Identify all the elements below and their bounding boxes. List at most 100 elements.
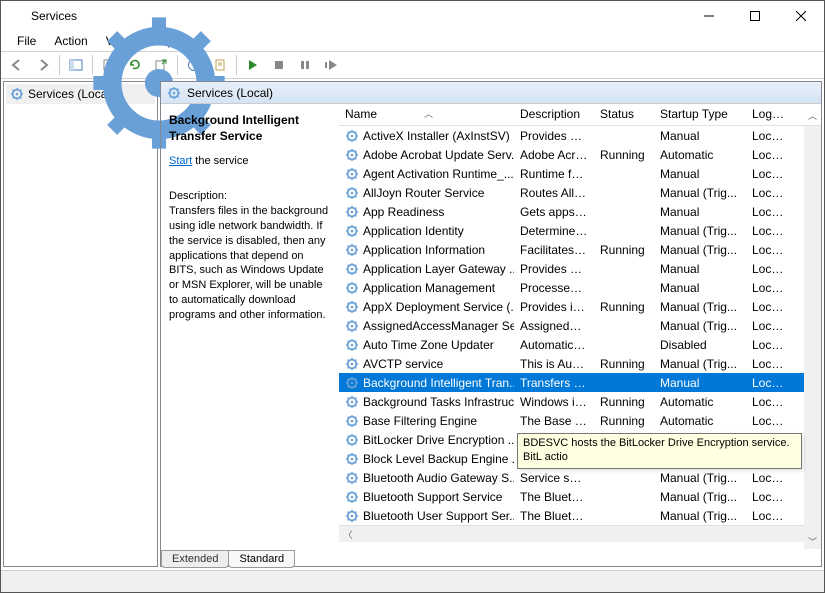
column-startup-type[interactable]: Startup Type [654,104,746,125]
service-name: Bluetooth Support Service [363,490,502,504]
service-name: Adobe Acrobat Update Serv... [363,148,514,162]
scroll-up-button[interactable]: ︿ [804,104,821,126]
status-bar [1,570,824,592]
service-description: Provides Us... [514,129,594,143]
service-name: AllJoyn Router Service [363,186,484,200]
service-name: Application Information [363,243,485,257]
service-row[interactable]: Background Tasks Infrastruc...Windows in… [339,392,821,411]
gear-icon [345,148,359,162]
gear-icon [345,471,359,485]
results-header: Services (Local) [161,82,821,104]
service-logon: Local Se [746,471,794,485]
service-row[interactable]: Application IdentityDetermines ...Manual… [339,221,821,240]
gear-icon [345,338,359,352]
maximize-button[interactable] [732,1,778,31]
gear-icon [345,243,359,257]
service-logon: Local Se [746,262,794,276]
column-description[interactable]: Description [514,104,594,125]
service-name: Application Layer Gateway ... [363,262,514,276]
gear-icon [345,490,359,504]
column-log-on-as[interactable]: Log On [746,104,794,125]
service-row[interactable]: Application ManagementProcesses in...Man… [339,278,821,297]
service-row[interactable]: Background Intelligent Tran...Transfers … [339,373,821,392]
gear-icon [345,357,359,371]
service-row[interactable]: AssignedAccessManager Se...AssignedAc...… [339,316,821,335]
service-status: Running [594,357,654,371]
service-name: Application Identity [363,224,464,238]
results-header-title: Services (Local) [187,86,273,100]
service-status: Running [594,243,654,257]
service-logon: Local Se [746,224,794,238]
gear-icon [345,205,359,219]
horizontal-scrollbar[interactable]: 〈 〉 [339,525,821,542]
gear-icon [345,433,359,447]
service-description: Automatica... [514,338,594,352]
service-logon: Local Se [746,357,794,371]
service-row[interactable]: Bluetooth Audio Gateway S...Service sup.… [339,468,821,487]
service-row[interactable]: Bluetooth Support ServiceThe Bluetoo...M… [339,487,821,506]
service-status: Running [594,300,654,314]
service-logon: Local Sy [746,319,794,333]
service-name: ActiveX Installer (AxInstSV) [363,129,510,143]
service-logon: Local Se [746,186,794,200]
service-startup: Manual (Trig... [654,490,746,504]
service-row[interactable]: ActiveX Installer (AxInstSV) Provides Us.… [339,126,821,145]
service-row[interactable]: Auto Time Zone UpdaterAutomatica...Disab… [339,335,821,354]
service-description: Windows in... [514,395,594,409]
service-startup: Manual [654,262,746,276]
service-description: Transfers fil... [514,376,594,390]
service-row[interactable]: Bluetooth User Support Ser...The Bluetoo… [339,506,821,525]
service-name: Base Filtering Engine [363,414,477,428]
service-description: Runtime for... [514,167,594,181]
scroll-down-icon[interactable]: ﹀ [805,533,820,549]
service-startup: Manual (Trig... [654,300,746,314]
service-startup: Manual (Trig... [654,224,746,238]
tooltip-text: BDESVC hosts the BitLocker Drive Encrypt… [523,437,790,463]
service-description: AssignedAc... [514,319,594,333]
service-row[interactable]: Application Layer Gateway ...Provides su… [339,259,821,278]
service-description: Gets apps re... [514,205,594,219]
service-logon: Local Sy [746,300,794,314]
minimize-button[interactable] [686,1,732,31]
service-logon: Local Sy [746,376,794,390]
service-startup: Automatic [654,414,746,428]
column-status[interactable]: Status [594,104,654,125]
gear-icon [345,224,359,238]
service-row[interactable]: Adobe Acrobat Update Serv...Adobe Acro..… [339,145,821,164]
service-name: Agent Activation Runtime_... [363,167,514,181]
column-headers: Name ︿ Description Status Startup Type L… [339,104,821,126]
vertical-scrollbar[interactable]: ﹀ [804,126,821,549]
service-row[interactable]: App ReadinessGets apps re...ManualLocal … [339,202,821,221]
service-name: Background Intelligent Tran... [363,376,514,390]
gear-icon [345,452,359,466]
window-title: Services [31,9,77,23]
service-row[interactable]: Application InformationFacilitates t...R… [339,240,821,259]
gear-icon [345,414,359,428]
service-row[interactable]: Agent Activation Runtime_...Runtime for.… [339,164,821,183]
service-description: This is Audi... [514,357,594,371]
service-logon: Local Se [746,414,794,428]
start-service-link[interactable]: Start [169,155,192,167]
service-logon: Local Sy [746,129,794,143]
service-logon: Local Sy [746,243,794,257]
service-row[interactable]: AVCTP serviceThis is Audi...RunningManua… [339,354,821,373]
service-name: AssignedAccessManager Se... [363,319,514,333]
description-label: Description: [169,189,329,204]
tab-extended[interactable]: Extended [161,550,229,568]
scroll-up-icon[interactable] [805,126,820,142]
service-startup: Manual (Trig... [654,471,746,485]
service-row[interactable]: AllJoyn Router ServiceRoutes AllJo...Man… [339,183,821,202]
restart-service-button[interactable] [319,54,343,76]
gear-icon [345,129,359,143]
service-row[interactable]: AppX Deployment Service (...Provides inf… [339,297,821,316]
scroll-left-icon[interactable]: 〈 [340,527,356,542]
service-name: Block Level Backup Engine ... [363,452,514,466]
sort-indicator-icon: ︿ [424,107,433,120]
gear-icon [345,300,359,314]
close-button[interactable] [778,1,824,31]
service-name: AVCTP service [363,357,443,371]
tab-standard[interactable]: Standard [228,550,295,568]
service-logon: Local Sy [746,395,794,409]
gear-icon [345,186,359,200]
service-row[interactable]: Base Filtering EngineThe Base Fil...Runn… [339,411,821,430]
